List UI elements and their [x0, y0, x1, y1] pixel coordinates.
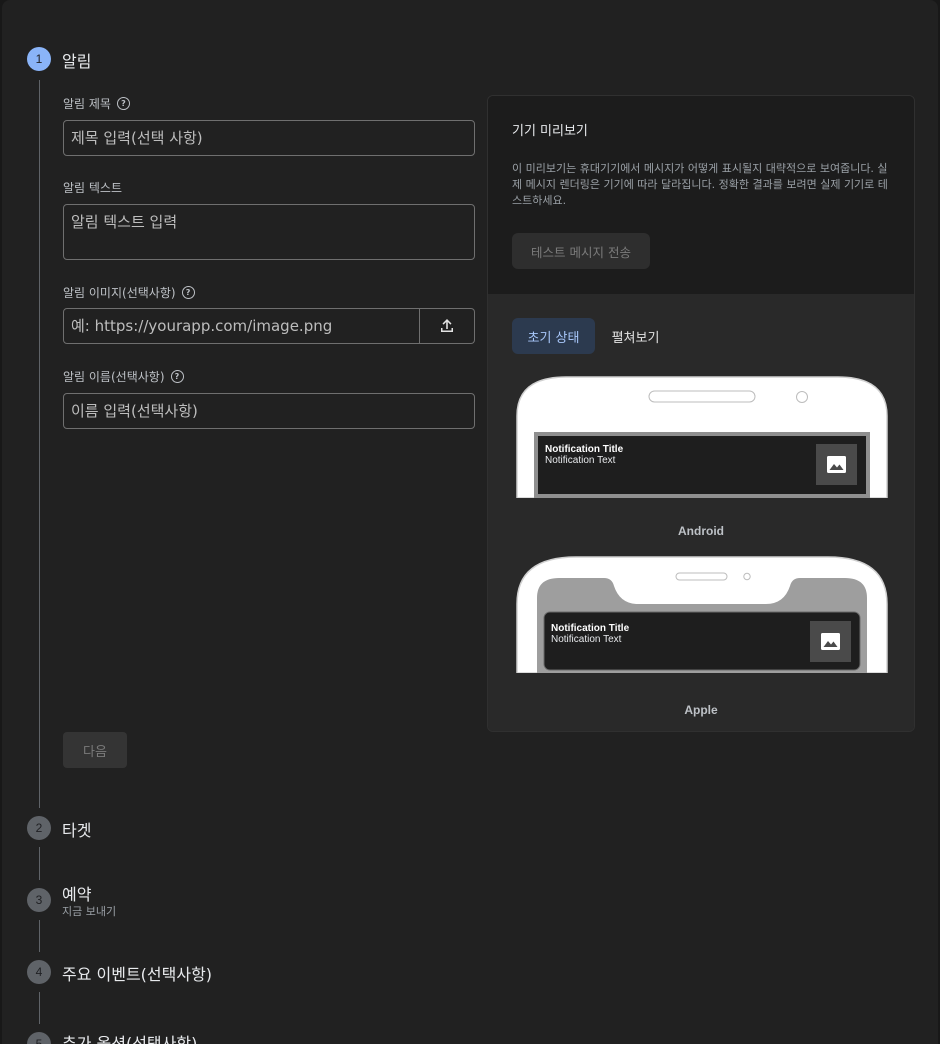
apple-notification-body: Notification Text — [551, 634, 622, 645]
text-field-label: 알림 텍스트 — [63, 181, 123, 195]
tab-initial-state[interactable]: 초기 상태 — [512, 318, 595, 354]
android-phone-mockup — [516, 376, 888, 498]
android-notification-title: Notification Title — [545, 444, 624, 455]
preview-header: 기기 미리보기 이 미리보기는 휴대기기에서 메시지가 어떻게 표시될지 대략적… — [488, 96, 914, 294]
title-label-text: 알림 제목 — [63, 97, 111, 111]
step-5-title[interactable]: 추가 옵션(선택사항) — [62, 1030, 197, 1044]
image-field-label: 알림 이미지(선택사항) ? — [63, 284, 195, 301]
step-1-number[interactable]: 1 — [27, 47, 51, 71]
apple-label: Apple — [684, 703, 718, 717]
step-4-number[interactable]: 4 — [27, 960, 51, 984]
image-url-input[interactable]: 예: https://yourapp.com/image.png — [63, 308, 420, 344]
step-connector — [39, 847, 40, 880]
preview-description: 이 미리보기는 휴대기기에서 메시지가 어떻게 표시될지 대략적으로 보여줍니다… — [512, 162, 888, 207]
android-label: Android — [678, 524, 724, 538]
image-icon — [827, 456, 846, 473]
upload-button[interactable] — [420, 308, 475, 344]
android-notification-body: Notification Text — [545, 455, 616, 466]
step-2-number[interactable]: 2 — [27, 816, 51, 840]
help-icon[interactable]: ? — [116, 97, 130, 110]
image-icon — [821, 633, 840, 650]
title-input[interactable]: 제목 입력(선택 사항) — [63, 120, 475, 156]
preview-title: 기기 미리보기 — [512, 124, 588, 139]
notification-composer-panel: 1 알림 알림 제목 ? 제목 입력(선택 사항) 알림 텍스트 알림 텍스트 … — [2, 0, 938, 1044]
step-connector — [39, 992, 40, 1024]
tab-expanded[interactable]: 펼쳐보기 — [603, 318, 668, 354]
device-preview: 기기 미리보기 이 미리보기는 휴대기기에서 메시지가 어떻게 표시될지 대략적… — [487, 95, 915, 732]
apple-notification-text: Notification Title Notification Text — [551, 623, 629, 645]
step-connector — [39, 80, 40, 808]
step-3-subtitle: 지금 보내기 — [62, 905, 117, 918]
step-4-title[interactable]: 주요 이벤트(선택사항) — [62, 961, 212, 985]
send-test-message-button[interactable]: 테스트 메시지 전송 — [512, 233, 650, 269]
next-button[interactable]: 다음 — [63, 732, 127, 768]
name-input[interactable]: 이름 입력(선택사항) — [63, 393, 475, 429]
android-notification-text: Notification Title Notification Text — [545, 444, 623, 466]
step-3-title[interactable]: 예약 — [62, 881, 91, 905]
title-field-label: 알림 제목 ? — [63, 95, 130, 112]
step-2-title[interactable]: 타겟 — [62, 817, 91, 841]
help-icon[interactable]: ? — [181, 286, 195, 299]
step-3-number[interactable]: 3 — [27, 888, 51, 912]
apple-phone-mockup — [516, 556, 888, 673]
preview-body: 초기 상태 펼쳐보기 Notification Title Notificati… — [488, 294, 914, 731]
step-5-number[interactable]: 5 — [27, 1032, 51, 1044]
name-field-label: 알림 이름(선택사항) ? — [63, 368, 184, 385]
text-input[interactable]: 알림 텍스트 입력 — [63, 204, 475, 260]
image-label-text: 알림 이미지(선택사항) — [63, 286, 176, 300]
upload-icon — [441, 319, 453, 332]
name-label-text: 알림 이름(선택사항) — [63, 370, 165, 384]
help-icon[interactable]: ? — [170, 370, 184, 383]
step-connector — [39, 920, 40, 952]
step-1-title[interactable]: 알림 — [62, 48, 91, 72]
apple-notification-title: Notification Title — [551, 623, 630, 634]
